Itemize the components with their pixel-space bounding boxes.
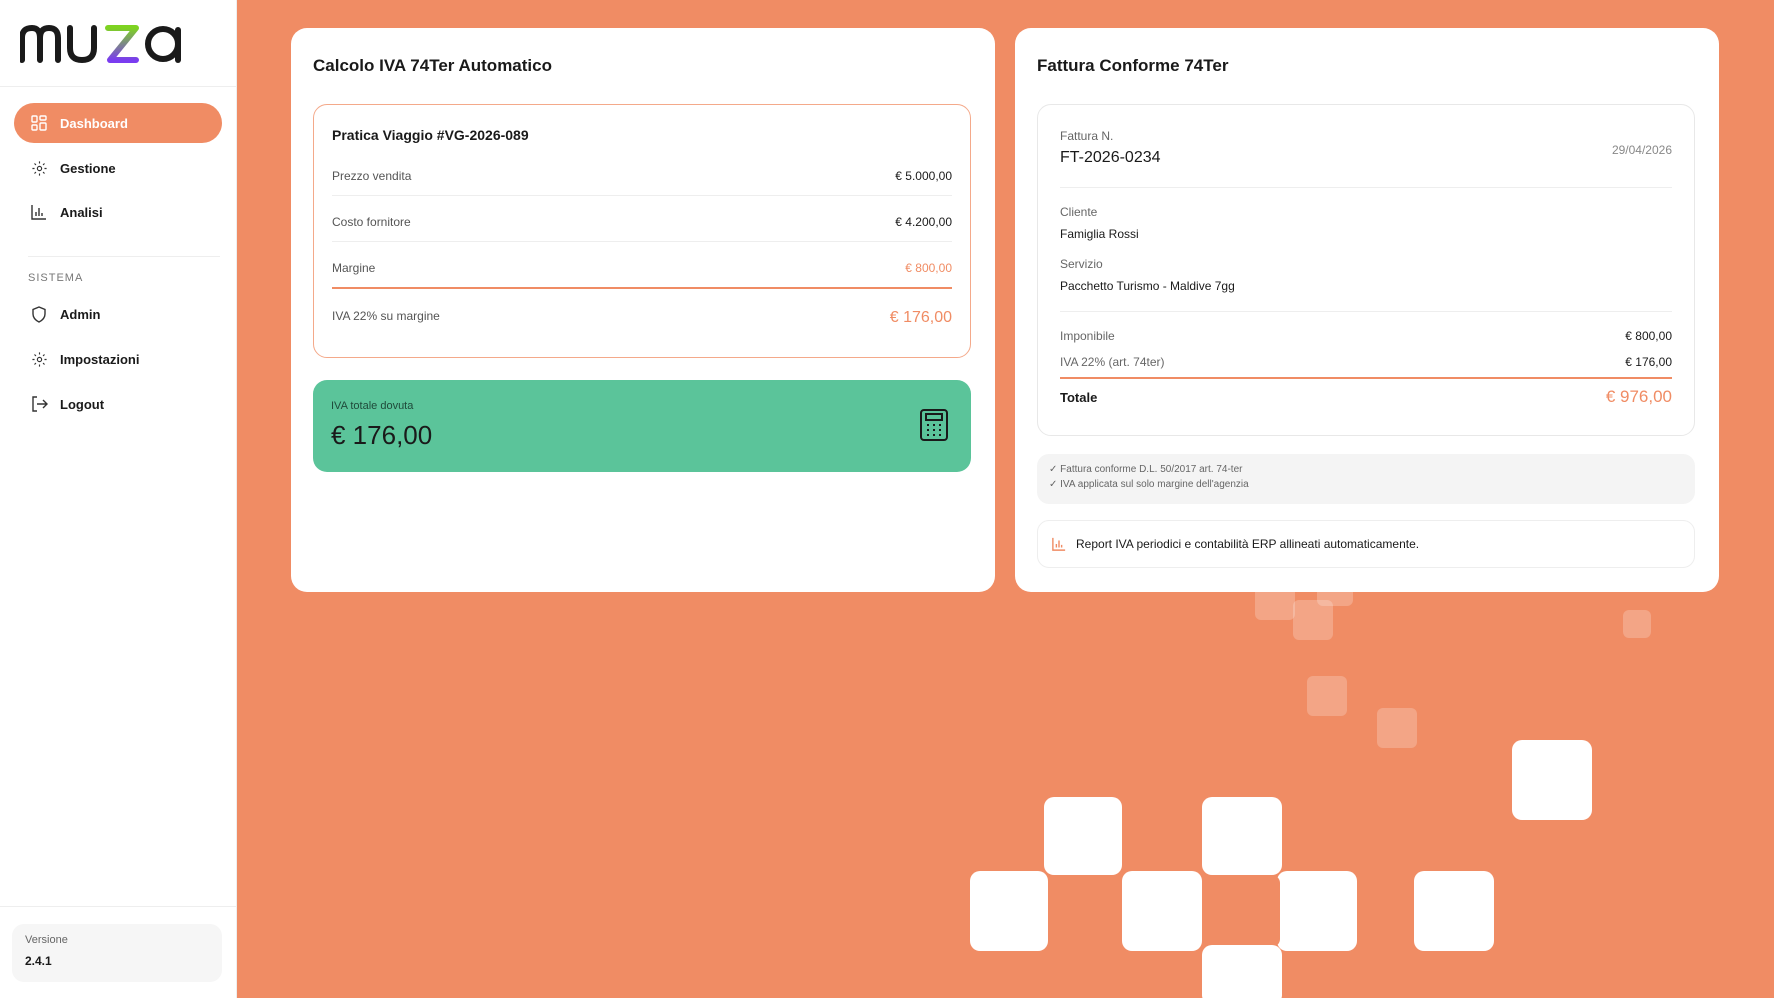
logo-divider — [0, 86, 237, 87]
iva-calc-card: Calcolo IVA 74Ter Automatico Pratica Via… — [291, 28, 995, 592]
row-label: Imponibile — [1060, 329, 1115, 343]
decor-square — [970, 871, 1048, 951]
decor-square — [1377, 708, 1417, 748]
sidebar-item-label: Impostazioni — [60, 351, 140, 367]
invoice-number-label: Fattura N. — [1060, 129, 1114, 143]
invoice-divider — [1060, 311, 1672, 312]
row-value: € 800,00 — [905, 261, 952, 275]
report-text: Report IVA periodici e contabilità ERP a… — [1076, 537, 1420, 551]
invoice-number: FT-2026-0234 — [1060, 149, 1161, 166]
card-title: Fattura Conforme 74Ter — [1037, 56, 1229, 75]
total-iva-label: IVA totale dovuta — [331, 400, 414, 412]
calculator-icon — [919, 408, 949, 447]
sidebar-item-label: Dashboard — [60, 115, 128, 131]
sidebar-item-impostazioni[interactable]: Impostazioni — [14, 339, 222, 379]
sidebar-item-admin[interactable]: Admin — [14, 294, 222, 334]
compliance-box: ✓ Fattura conforme D.L. 50/2017 art. 74-… — [1037, 454, 1695, 504]
service-label: Servizio — [1060, 257, 1103, 271]
compliance-line: ✓ IVA applicata sul solo margine dell'ag… — [1049, 479, 1249, 490]
sidebar-item-gestione[interactable]: Gestione — [14, 148, 222, 188]
sidebar-item-analisi[interactable]: Analisi — [14, 192, 222, 232]
imponibile-row: Imponibile € 800,00 — [1060, 329, 1672, 343]
total-value: € 976,00 — [1605, 387, 1672, 406]
report-box: Report IVA periodici e contabilità ERP a… — [1037, 520, 1695, 568]
margin-divider — [332, 287, 952, 289]
sidebar-bottom-divider — [0, 906, 237, 907]
main-content: Calcolo IVA 74Ter Automatico Pratica Via… — [237, 0, 1774, 998]
version-label: Versione — [25, 934, 68, 946]
version-value: 2.4.1 — [25, 954, 52, 968]
decor-square — [1512, 740, 1592, 820]
iva-label: IVA 22% su margine — [332, 309, 440, 323]
compliance-line: ✓ Fattura conforme D.L. 50/2017 art. 74-… — [1049, 464, 1243, 475]
margin-row: Margine € 800,00 — [332, 261, 952, 275]
gear-icon — [30, 350, 48, 368]
section-label-sistema: SISTEMA — [28, 272, 84, 284]
sidebar-item-label: Logout — [60, 396, 105, 412]
row-label: Margine — [332, 261, 376, 275]
invoice-date: 29/04/2026 — [1611, 143, 1672, 157]
decor-square — [1202, 945, 1282, 998]
iva-value: € 176,00 — [889, 309, 952, 326]
row-divider — [332, 195, 952, 196]
row-value: € 5.000,00 — [895, 169, 952, 183]
decor-square — [1202, 875, 1280, 947]
price-row: Prezzo vendita € 5.000,00 — [332, 169, 952, 183]
cost-row: Costo fornitore € 4.200,00 — [332, 215, 952, 229]
client-name: Famiglia Rossi — [1060, 227, 1139, 241]
decor-square — [1623, 610, 1651, 638]
sidebar-item-label: Analisi — [60, 204, 103, 220]
decor-square — [1414, 871, 1494, 951]
sidebar-item-label: Gestione — [60, 160, 116, 176]
decor-square — [1293, 600, 1333, 640]
total-iva-box: IVA totale dovuta € 176,00 — [313, 380, 971, 472]
row-label: Costo fornitore — [332, 215, 411, 229]
total-divider — [1060, 377, 1672, 379]
invoice-box: Fattura N. FT-2026-0234 29/04/2026 Clien… — [1037, 104, 1695, 436]
logout-icon — [30, 395, 48, 413]
decor-square — [1307, 676, 1347, 716]
sidebar-item-label: Admin — [60, 306, 101, 322]
sidebar-item-logout[interactable]: Logout — [14, 384, 222, 424]
row-label: Prezzo vendita — [332, 169, 412, 183]
decor-square — [1202, 797, 1282, 875]
card-title: Calcolo IVA 74Ter Automatico — [313, 56, 552, 75]
chart-icon — [1052, 537, 1066, 551]
sidebar-item-dashboard[interactable]: Dashboard — [14, 103, 222, 143]
row-divider — [332, 241, 952, 242]
nav-divider — [28, 256, 220, 257]
total-label: Totale — [1060, 390, 1098, 405]
service-name: Pacchetto Turismo - Maldive 7gg — [1060, 279, 1235, 293]
row-value: € 176,00 — [1625, 355, 1672, 369]
invoice-card: Fattura Conforme 74Ter Fattura N. FT-202… — [1015, 28, 1719, 592]
sidebar: Dashboard Gestione Analisi SISTEMA Admin… — [0, 0, 237, 998]
decor-square — [1122, 871, 1202, 951]
row-value: € 800,00 — [1625, 329, 1672, 343]
practice-title: Pratica Viaggio #VG-2026-089 — [332, 127, 529, 143]
gear-icon — [30, 159, 48, 177]
total-iva-value: € 176,00 — [331, 420, 433, 450]
iva-row: IVA 22% (art. 74ter) € 176,00 — [1060, 355, 1672, 369]
practice-box: Pratica Viaggio #VG-2026-089 Prezzo vend… — [313, 104, 971, 358]
invoice-divider — [1060, 187, 1672, 188]
decor-square — [1044, 797, 1122, 875]
decor-square — [1277, 871, 1357, 951]
row-label: IVA 22% (art. 74ter) — [1060, 355, 1165, 369]
dashboard-icon — [30, 114, 48, 132]
shield-icon — [30, 305, 48, 323]
version-box: Versione 2.4.1 — [12, 924, 222, 982]
row-value: € 4.200,00 — [895, 215, 952, 229]
muza-logo — [20, 24, 181, 64]
client-label: Cliente — [1060, 205, 1098, 219]
chart-icon — [30, 203, 48, 221]
